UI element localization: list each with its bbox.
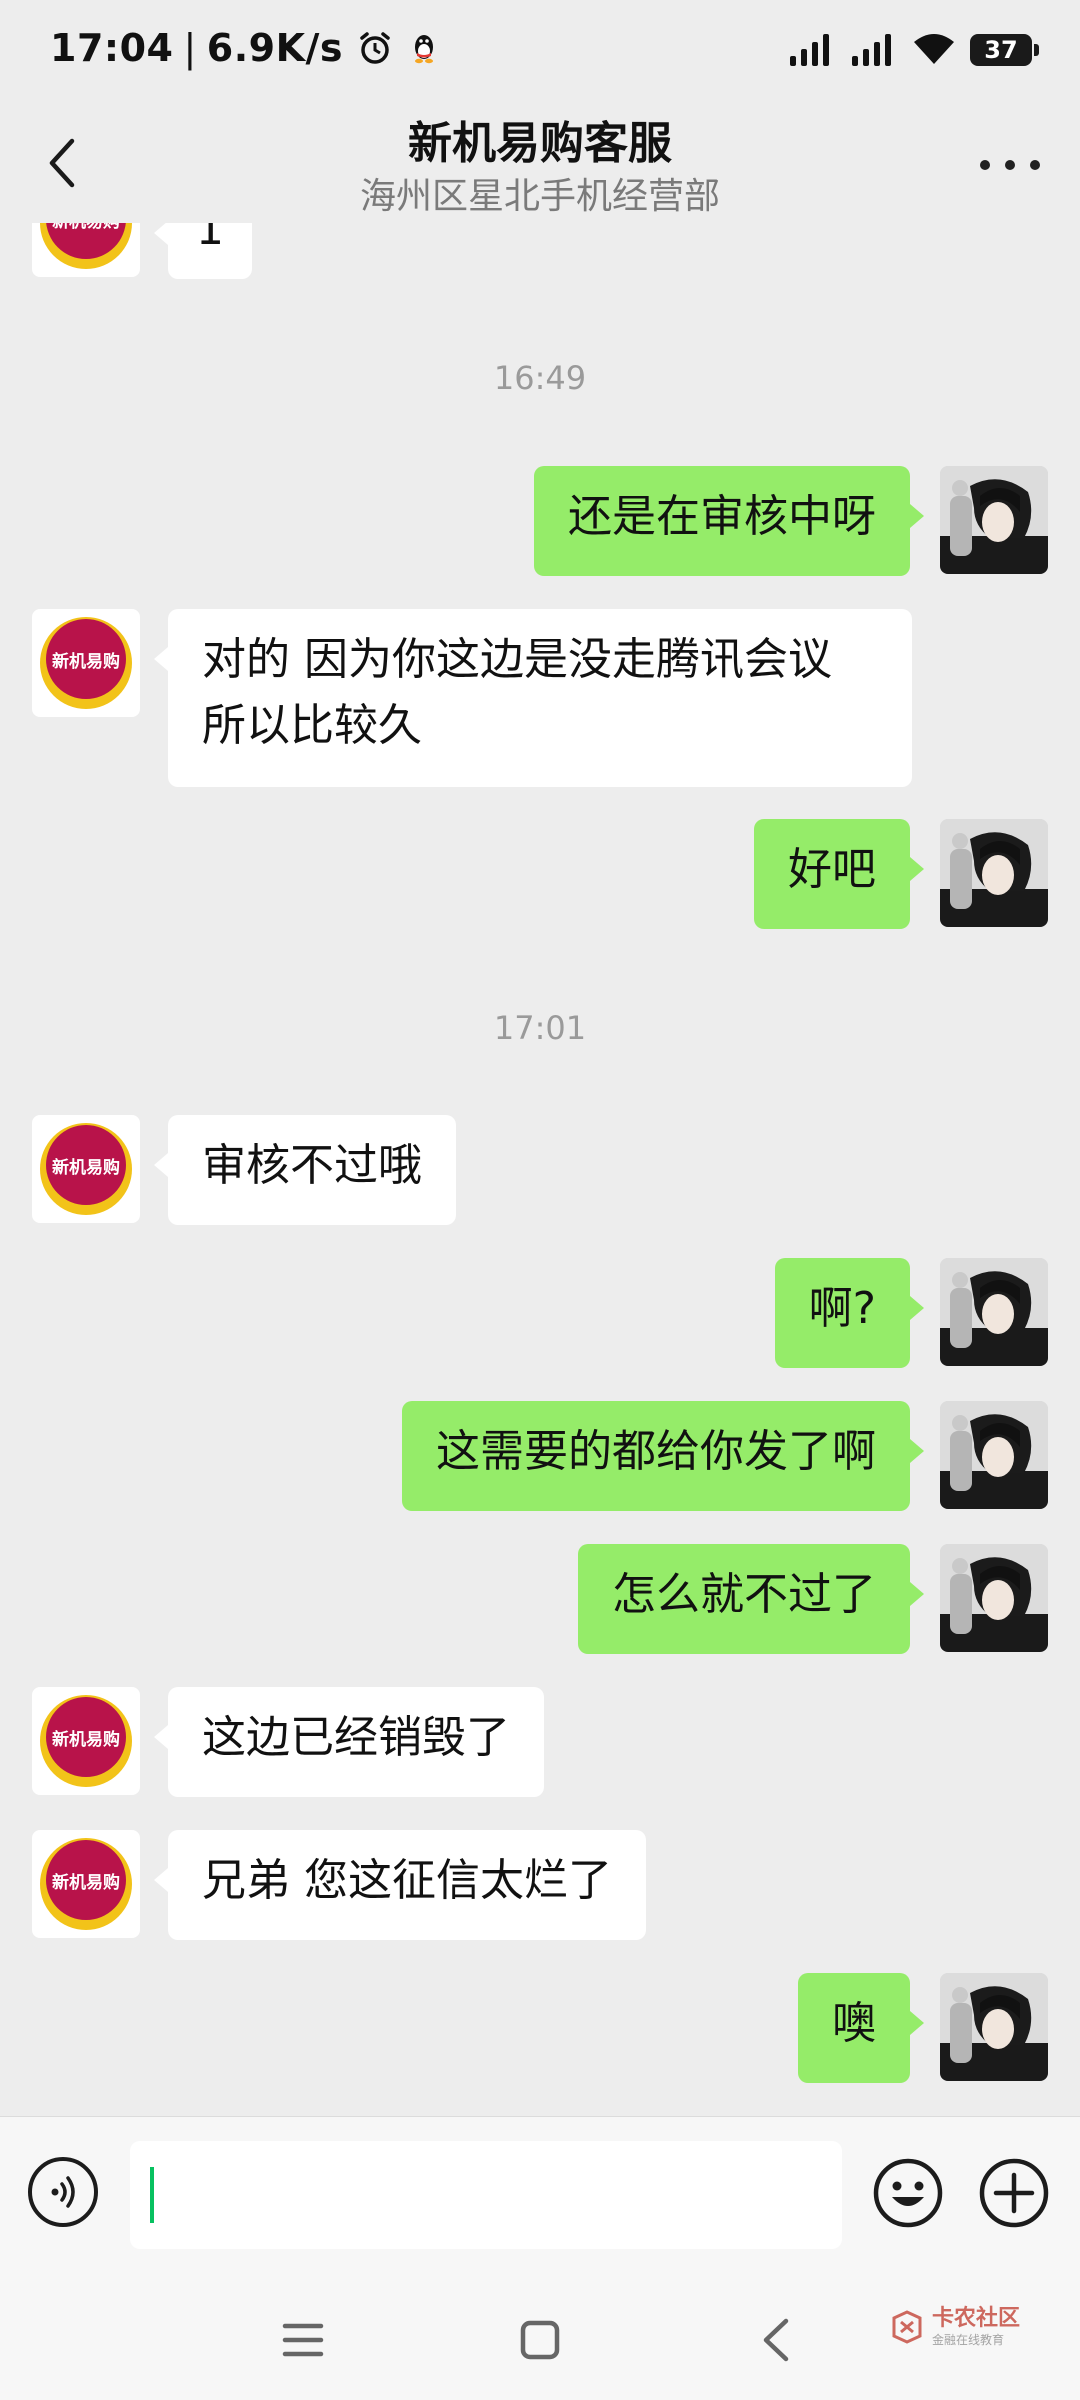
message-incoming[interactable]: 审核不过哦 [154,1115,456,1225]
store-logo-icon: 新机易购 [40,223,132,269]
status-bar: 17:04 | 6.9K/s 37 [0,0,1080,105]
message-text: 1 [196,223,224,255]
user-avatar[interactable] [940,1544,1048,1652]
battery-icon: 37 [970,34,1039,66]
store-logo-icon: 新机易购 [40,1123,132,1215]
logo-text: 新机易购 [52,651,120,672]
battery-level: 37 [984,36,1018,64]
message-list[interactable]: 新机易购 1 16:49 还是在审核中呀 新机易购 对的 因为你这边是没走腾讯会… [0,223,1080,2116]
network-speed: 6.9K/s [206,26,344,70]
message-text: 啊? [808,1283,876,1334]
user-avatar[interactable] [940,1258,1048,1366]
chat-header: 新机易购客服 海州区星北手机经营部 [0,105,1080,223]
contact-avatar[interactable]: 新机易购 [32,1687,140,1795]
system-nav-bar: 卡农社区 金融在线教育 [0,2276,1080,2400]
message-text: 这边已经销毁了 [202,1712,510,1763]
home-square-icon [520,2320,560,2360]
message-text-line: 所以比较久 [202,700,422,751]
alarm-icon [360,32,390,64]
logo-text: 新机易购 [52,223,120,232]
watermark-subtitle: 金融在线教育 [931,2333,1004,2347]
message-outgoing[interactable]: 噢 [798,1973,924,2083]
message-text-line: 对的 因为你这边是没走腾讯会议 [202,634,832,685]
voice-icon [51,2176,75,2208]
message-text: 怎么就不过了 [612,1569,876,1620]
more-dot-icon [1005,160,1015,170]
store-logo-icon: 新机易购 [40,1838,132,1930]
menu-icon [282,2323,324,2357]
chat-title: 新机易购客服 [408,118,672,169]
user-avatar-image [940,466,1048,574]
nav-menu-button[interactable] [273,2310,333,2370]
signal-icon-sim1 [790,34,829,66]
user-avatar-image [940,1973,1048,2081]
message-outgoing[interactable]: 啊? [774,1258,925,1368]
text-caret [150,2167,154,2223]
more-options-button[interactable] [980,145,1040,185]
user-avatar[interactable] [940,466,1048,574]
logo-text: 新机易购 [52,1872,120,1893]
watermark: 卡农社区 金融在线教育 [890,2306,1020,2348]
logo-text: 新机易购 [52,1157,120,1178]
user-avatar-image [940,819,1048,927]
logo-text: 新机易购 [52,1729,120,1750]
nav-home-button[interactable] [510,2310,570,2370]
message-outgoing[interactable]: 这需要的都给你发了啊 [402,1401,924,1511]
message-input[interactable] [130,2141,842,2249]
input-bar [0,2116,1080,2277]
voice-input-button[interactable] [28,2157,98,2227]
more-dot-icon [980,160,990,170]
more-dot-icon [1030,160,1040,170]
message-incoming[interactable]: 对的 因为你这边是没走腾讯会议 所以比较久 [154,609,912,787]
message-text: 好吧 [788,844,876,895]
message-outgoing[interactable]: 好吧 [754,819,924,929]
watermark-title: 卡农社区 [931,2306,1020,2331]
user-avatar[interactable] [940,1401,1048,1509]
message-outgoing[interactable]: 还是在审核中呀 [534,466,924,576]
contact-avatar[interactable]: 新机易购 [32,1830,140,1938]
message-text: 这需要的都给你发了啊 [436,1426,876,1477]
user-avatar-image [940,1401,1048,1509]
user-avatar-image [940,1544,1048,1652]
timestamp: 16:49 [493,359,587,397]
more-features-button[interactable] [978,2157,1050,2229]
user-avatar-image [940,1258,1048,1366]
wifi-icon [914,34,954,64]
message-incoming[interactable]: 兄弟 您这征信太烂了 [154,1830,646,1940]
status-time: 17:04 [50,26,174,70]
contact-avatar[interactable]: 新机易购 [32,609,140,717]
contact-avatar[interactable]: 新机易购 [32,223,140,277]
message-text: 审核不过哦 [202,1140,422,1191]
qq-penguin-icon [415,35,434,64]
watermark-logo-icon [892,2310,922,2344]
message-incoming[interactable]: 1 [154,223,252,279]
timestamp: 17:01 [493,1009,587,1047]
message-text: 还是在审核中呀 [568,491,876,542]
emoji-button[interactable] [872,2157,944,2229]
back-triangle-icon [763,2318,789,2362]
user-avatar[interactable] [940,819,1048,927]
chat-subtitle: 海州区星北手机经营部 [359,176,720,217]
message-outgoing[interactable]: 怎么就不过了 [578,1544,924,1654]
message-text: 噢 [832,1998,876,2049]
contact-avatar[interactable]: 新机易购 [32,1115,140,1223]
message-incoming[interactable]: 这边已经销毁了 [154,1687,544,1797]
user-avatar[interactable] [940,1973,1048,2081]
store-logo-icon: 新机易购 [40,1695,132,1787]
message-text: 兄弟 您这征信太烂了 [202,1855,612,1906]
signal-icon-sim2 [852,34,891,66]
store-logo-icon: 新机易购 [40,617,132,709]
nav-back-button[interactable] [746,2310,806,2370]
